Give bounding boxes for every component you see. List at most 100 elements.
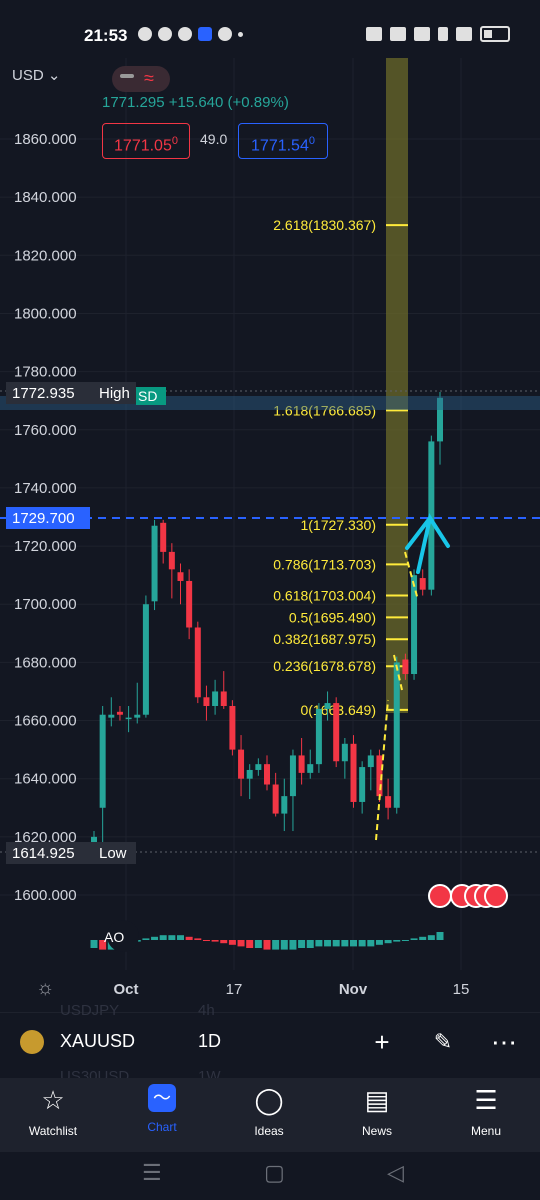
candle-body xyxy=(142,604,149,715)
messenger-icon xyxy=(138,27,152,41)
price-axis-label: 1700.000 xyxy=(14,596,77,613)
fib-level-label: 0.236(1678.678) xyxy=(273,658,376,674)
ao-bar xyxy=(254,940,262,948)
ao-bar xyxy=(419,936,427,940)
candle-body xyxy=(99,714,106,808)
ao-bar xyxy=(220,940,228,944)
notification-icons xyxy=(138,27,243,41)
candle-body xyxy=(289,755,296,797)
ao-bar xyxy=(289,940,297,950)
us-flag-icon[interactable] xyxy=(484,884,508,908)
ao-bar xyxy=(324,940,332,947)
candle-body xyxy=(264,764,270,785)
chart-toggle-pill[interactable]: ≈ xyxy=(112,66,170,92)
sell-price-sup: 0 xyxy=(171,135,178,147)
sell-price: 1771.05 xyxy=(114,137,172,155)
price-axis-label: 1800.000 xyxy=(14,305,77,322)
buy-price: 1771.54 xyxy=(251,137,309,155)
candle-body xyxy=(186,580,193,628)
us-flag-icon[interactable] xyxy=(428,884,452,908)
ghost-interval-above: 4h xyxy=(198,1002,215,1019)
ao-bar xyxy=(211,940,219,942)
fib-time-zone xyxy=(386,58,408,713)
time-axis-label: Oct xyxy=(113,981,138,998)
volte-icon xyxy=(438,27,448,41)
minus-icon xyxy=(120,74,134,78)
interval-selector[interactable]: 1D xyxy=(198,1031,221,1052)
more-options-icon[interactable]: ⋯ xyxy=(489,1028,519,1058)
candle-body xyxy=(419,578,426,590)
currency-selector[interactable]: USD ⌄ xyxy=(12,66,60,84)
economic-events[interactable] xyxy=(428,884,508,908)
candle-body xyxy=(108,714,115,718)
candle-body xyxy=(324,703,331,709)
candle-body xyxy=(220,691,227,706)
low-label: Low xyxy=(99,845,127,862)
candle-body xyxy=(402,659,409,675)
ao-bar xyxy=(341,940,349,947)
ao-bar xyxy=(358,940,366,947)
news-icon: ▤ xyxy=(364,1085,390,1115)
candle-body xyxy=(194,627,201,698)
symbol-name[interactable]: XAUUSD xyxy=(60,1031,135,1052)
ao-bar xyxy=(384,940,392,944)
buy-button[interactable]: 1771.540 xyxy=(238,123,328,159)
ao-bar xyxy=(151,936,159,940)
ao-bar xyxy=(367,940,375,947)
time-axis: Oct 17 Nov 15 xyxy=(113,981,469,998)
mute-icon xyxy=(390,27,406,41)
ao-bar xyxy=(332,940,340,947)
ghost-symbol-above: USDJPY xyxy=(60,1002,120,1019)
nav-watchlist[interactable]: ☆ Watchlist xyxy=(3,1084,103,1138)
high-price-value: 1772.935 xyxy=(12,385,75,402)
back-icon[interactable]: ◁ xyxy=(387,1160,404,1186)
ao-bar xyxy=(237,940,245,947)
telegram-icon xyxy=(158,27,172,41)
facebook-icon xyxy=(178,27,192,41)
nav-menu[interactable]: ☰ Menu xyxy=(436,1084,536,1138)
dot-icon xyxy=(238,32,243,37)
add-icon[interactable]: + xyxy=(367,1028,397,1058)
gold-icon xyxy=(20,1030,44,1054)
price-chart[interactable]: 2.618(1830.367)1.618(1766.685)1(1727.330… xyxy=(0,58,540,1008)
indicator-label: AO xyxy=(104,929,124,945)
ao-bar xyxy=(228,940,236,945)
price-axis-label: 1760.000 xyxy=(14,422,77,439)
candle-body xyxy=(411,575,418,675)
ao-bar xyxy=(177,935,184,940)
candle-body xyxy=(393,662,400,808)
home-icon[interactable]: ▢ xyxy=(264,1160,285,1186)
chart-icon: 〜 xyxy=(148,1084,176,1112)
sell-button[interactable]: 1771.050 xyxy=(102,123,190,159)
candle-body xyxy=(333,703,340,762)
candle-body xyxy=(134,714,141,718)
fib-level-label: 0.5(1695.490) xyxy=(289,609,376,625)
price-axis-label: 1840.000 xyxy=(14,189,77,206)
candle-body xyxy=(281,796,288,814)
ao-bar xyxy=(401,940,409,941)
drawing-pen-icon[interactable]: ✎ xyxy=(428,1028,458,1058)
fib-level-label: 2.618(1830.367) xyxy=(273,217,376,233)
price-axis-label: 1860.000 xyxy=(14,131,77,148)
ao-bar xyxy=(272,940,280,950)
spread-value: 49.0 xyxy=(200,131,228,147)
ao-bar xyxy=(185,936,193,940)
nav-label-ideas: Ideas xyxy=(254,1124,284,1138)
nav-ideas[interactable]: ◯ Ideas xyxy=(219,1084,319,1138)
price-axis-label: 1600.000 xyxy=(14,887,77,904)
ao-bar xyxy=(393,940,401,942)
candle-body xyxy=(177,572,184,581)
candle-body xyxy=(385,796,392,808)
settings-icon[interactable]: ☼ xyxy=(36,977,54,999)
price-axis-label: 1660.000 xyxy=(14,713,77,730)
nav-chart[interactable]: 〜 Chart xyxy=(112,1084,212,1134)
podcast-icon xyxy=(198,27,212,41)
ao-bar xyxy=(168,935,176,940)
nav-news[interactable]: ▤ News xyxy=(327,1084,427,1138)
arrow-drawing[interactable] xyxy=(405,512,450,574)
battery-icon xyxy=(480,26,510,42)
candle-body xyxy=(359,767,366,802)
ao-bar xyxy=(306,940,314,948)
fib-level-label: 0.382(1687.975) xyxy=(273,631,376,647)
recent-apps-icon[interactable]: ☰ xyxy=(142,1160,162,1186)
